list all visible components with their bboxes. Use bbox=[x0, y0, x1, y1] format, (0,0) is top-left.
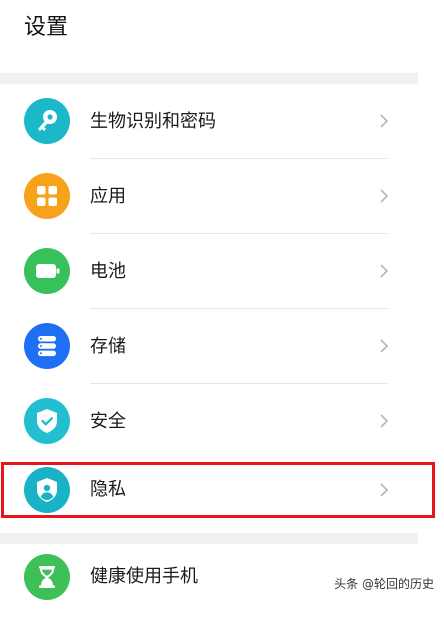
settings-item-label: 电池 bbox=[90, 261, 126, 282]
section-divider bbox=[0, 73, 418, 84]
settings-item-label: 安全 bbox=[90, 411, 126, 432]
watermark: 头条 @轮回的历史 bbox=[332, 575, 436, 592]
chevron-right-icon bbox=[376, 263, 392, 279]
settings-item-label: 应用 bbox=[90, 186, 126, 207]
shield-check-icon bbox=[24, 398, 70, 444]
settings-item-label: 生物识别和密码 bbox=[90, 111, 216, 132]
hourglass-icon bbox=[24, 554, 70, 600]
settings-item-biometrics[interactable]: 生物识别和密码 bbox=[0, 84, 418, 159]
settings-item-battery[interactable]: 电池 bbox=[0, 234, 418, 309]
storage-icon bbox=[24, 323, 70, 369]
highlight-box bbox=[1, 462, 435, 518]
settings-item-label: 存储 bbox=[90, 336, 126, 357]
page-title: 设置 bbox=[24, 15, 69, 40]
settings-item-security[interactable]: 安全 bbox=[0, 384, 418, 459]
chevron-right-icon bbox=[376, 413, 392, 429]
battery-icon bbox=[24, 248, 70, 294]
chevron-right-icon bbox=[376, 188, 392, 204]
chevron-right-icon bbox=[376, 338, 392, 354]
chevron-right-icon bbox=[376, 113, 392, 129]
apps-grid-icon bbox=[24, 173, 70, 219]
key-icon bbox=[24, 98, 70, 144]
settings-item-label: 健康使用手机 bbox=[90, 566, 198, 587]
settings-item-apps[interactable]: 应用 bbox=[0, 159, 418, 234]
section-divider bbox=[0, 533, 418, 544]
settings-item-storage[interactable]: 存储 bbox=[0, 309, 418, 384]
